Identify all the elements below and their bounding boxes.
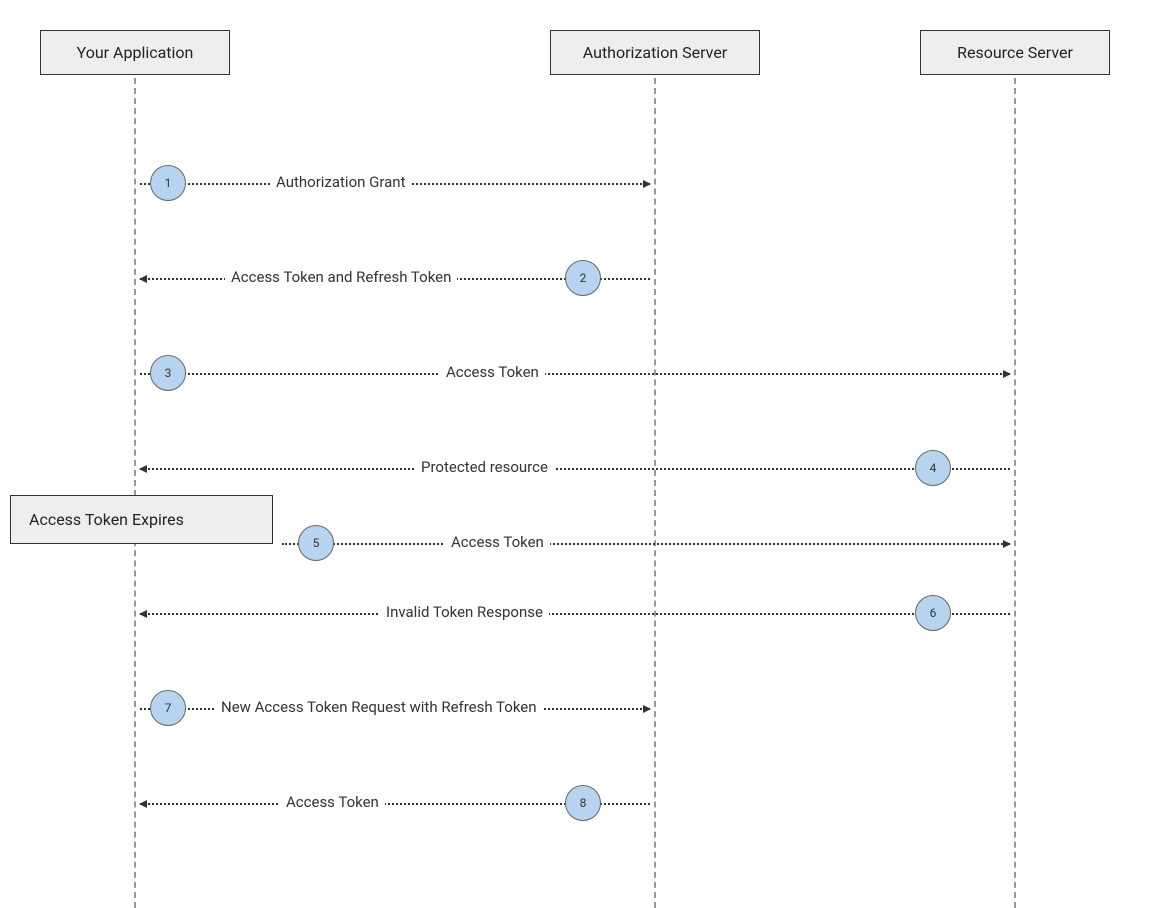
participant-your-application: Your Application: [40, 30, 230, 75]
step6-circle: 6: [915, 595, 951, 631]
lifeline-app: [134, 78, 136, 908]
lifeline-auth: [654, 78, 656, 908]
step5-circle: 5: [298, 525, 334, 561]
step8-circle: 8: [565, 785, 601, 821]
step7-label: New Access Token Request with Refresh To…: [215, 698, 543, 716]
arrow-step6: [140, 613, 1010, 615]
step3-label: Access Token: [440, 363, 545, 381]
participant-resource-server: Resource Server: [920, 30, 1110, 75]
step4-circle: 4: [915, 450, 951, 486]
note-access-token-expires: Access Token Expires: [10, 495, 273, 544]
step3-circle: 3: [150, 355, 186, 391]
arrow-step4: [140, 468, 1010, 470]
step4-label: Protected resource: [415, 458, 554, 476]
arrow-step5: [282, 543, 1010, 545]
step1-circle: 1: [150, 165, 186, 201]
participant-authorization-server: Authorization Server: [550, 30, 760, 75]
step6-label: Invalid Token Response: [380, 603, 549, 621]
lifeline-resource: [1014, 78, 1016, 908]
step2-circle: 2: [565, 260, 601, 296]
step7-circle: 7: [150, 690, 186, 726]
step1-label: Authorization Grant: [270, 173, 412, 191]
arrow-step3: [140, 373, 1010, 375]
step8-label: Access Token: [280, 793, 385, 811]
step5-label: Access Token: [445, 533, 550, 551]
step2-label: Access Token and Refresh Token: [225, 268, 457, 286]
